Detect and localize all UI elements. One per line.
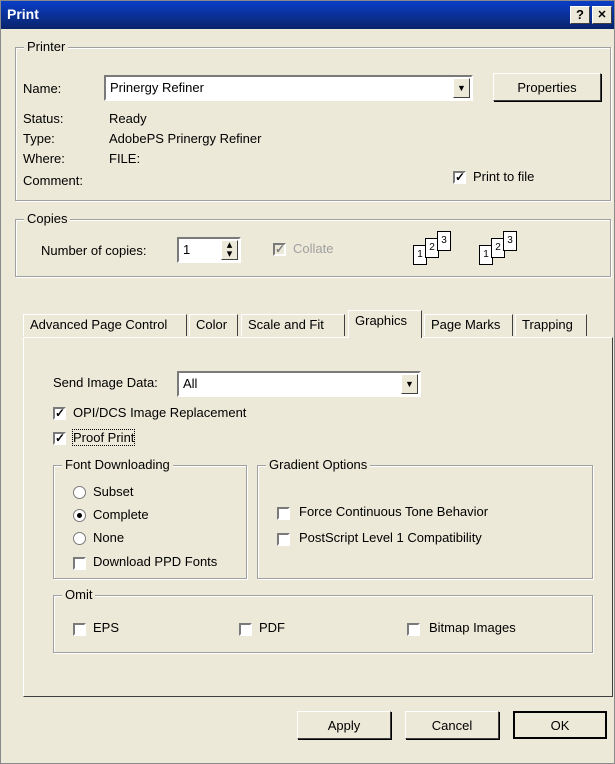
proof-print-checkbox[interactable]: ✓	[53, 432, 66, 445]
help-button[interactable]: ?	[570, 6, 590, 24]
proof-print-label[interactable]: Proof Print	[71, 429, 136, 446]
tab-trapping[interactable]: Trapping	[515, 314, 587, 336]
omit-bitmap-label[interactable]: Bitmap Images	[429, 620, 516, 635]
page-three-icon: 3	[503, 231, 517, 251]
omit-eps-checkbox[interactable]	[73, 623, 86, 636]
copies-spinner[interactable]: 1 ▴ ▾	[177, 237, 241, 263]
status-label: Status:	[23, 111, 64, 126]
download-ppd-checkbox[interactable]	[73, 557, 86, 570]
font-downloading-legend: Font Downloading	[62, 457, 173, 473]
comment-label: Comment:	[23, 173, 83, 188]
complete-label[interactable]: Complete	[93, 507, 149, 522]
postscript-level1-checkbox[interactable]	[277, 533, 290, 546]
omit-pdf-checkbox[interactable]	[239, 623, 252, 636]
apply-button[interactable]: Apply	[297, 711, 391, 739]
where-value: FILE:	[109, 151, 141, 166]
subset-label[interactable]: Subset	[93, 484, 133, 499]
printer-name-select[interactable]: Prinergy Refiner ▼	[104, 75, 473, 101]
page-three-icon: 3	[437, 231, 451, 251]
copies-legend: Copies	[24, 211, 71, 227]
properties-button[interactable]: Properties	[493, 73, 601, 101]
tab-advanced-page-control[interactable]: Advanced Page Control	[23, 314, 187, 336]
where-label: Where:	[23, 151, 65, 166]
none-label[interactable]: None	[93, 530, 124, 545]
printer-name-value: Prinergy Refiner	[110, 80, 204, 95]
ok-button[interactable]: OK	[513, 711, 607, 739]
cancel-button[interactable]: Cancel	[405, 711, 499, 739]
force-continuous-label[interactable]: Force Continuous Tone Behavior	[299, 504, 488, 519]
copies-label: Number of copies:	[41, 243, 147, 258]
tab-scale-and-fit[interactable]: Scale and Fit	[241, 314, 345, 336]
omit-bitmap-checkbox[interactable]	[407, 623, 420, 636]
status-value: Ready	[109, 111, 147, 126]
gradient-legend: Gradient Options	[266, 457, 371, 473]
complete-radio[interactable]	[73, 509, 86, 522]
gradient-options-group: Gradient Options	[257, 457, 593, 579]
omit-legend: Omit	[62, 587, 96, 603]
tab-graphics[interactable]: Graphics	[348, 310, 422, 338]
tab-color[interactable]: Color	[189, 314, 238, 336]
chevron-down-icon[interactable]: ▼	[453, 78, 470, 98]
send-image-select[interactable]: All ▼	[177, 371, 421, 397]
window-title: Print	[7, 6, 39, 22]
subset-radio[interactable]	[73, 486, 86, 499]
download-ppd-label[interactable]: Download PPD Fonts	[93, 554, 217, 569]
copies-value: 1	[183, 242, 191, 257]
omit-eps-label[interactable]: EPS	[93, 620, 119, 635]
chevron-down-icon[interactable]: ▼	[401, 374, 418, 394]
opi-label[interactable]: OPI/DCS Image Replacement	[73, 405, 246, 420]
spinner-arrows-icon[interactable]: ▴ ▾	[221, 240, 238, 260]
force-continuous-checkbox[interactable]	[277, 507, 290, 520]
print-to-file-label[interactable]: Print to file	[473, 169, 534, 184]
send-image-label: Send Image Data:	[53, 375, 158, 390]
printer-legend: Printer	[24, 39, 69, 55]
collate-checkbox[interactable]: ✓	[273, 243, 286, 256]
title-bar[interactable]: Print ? ✕	[1, 1, 614, 29]
omit-pdf-label[interactable]: PDF	[259, 620, 285, 635]
none-radio[interactable]	[73, 532, 86, 545]
close-button[interactable]: ✕	[592, 6, 612, 24]
opi-checkbox[interactable]: ✓	[53, 407, 66, 420]
collate-label[interactable]: Collate	[293, 241, 333, 256]
tab-page-marks[interactable]: Page Marks	[424, 314, 513, 336]
print-to-file-checkbox[interactable]: ✓	[453, 171, 466, 184]
print-dialog: Print ? ✕ Printer Name: Prinergy Refiner…	[0, 0, 615, 764]
type-value: AdobePS Prinergy Refiner	[109, 131, 262, 146]
send-image-value: All	[183, 376, 198, 391]
type-label: Type:	[23, 131, 55, 146]
name-label: Name:	[23, 81, 62, 96]
postscript-level1-label[interactable]: PostScript Level 1 Compatibility	[299, 530, 482, 545]
